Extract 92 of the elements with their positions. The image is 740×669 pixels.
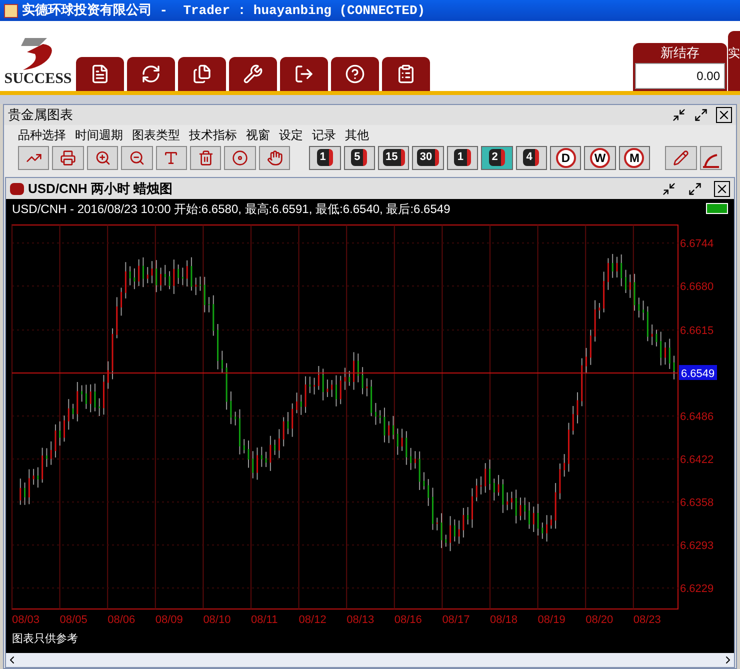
axis-label: 6.6229 — [680, 583, 714, 595]
hand-icon — [266, 150, 283, 166]
axis-label: 08/17 — [442, 614, 470, 626]
axis-label: 08/10 — [203, 614, 231, 626]
zoom-out-icon — [128, 150, 145, 166]
maximize-icon[interactable] — [688, 182, 702, 196]
current-price: 6.6549 — [679, 365, 717, 380]
timeframe-button[interactable]: 15 — [378, 146, 410, 170]
maximize-icon[interactable] — [694, 108, 708, 122]
papers-icon — [192, 64, 212, 84]
timeframe-button[interactable]: 2 — [481, 146, 513, 170]
toolbar-tab[interactable] — [127, 57, 175, 91]
axis-label: 08/23 — [633, 614, 661, 626]
axis-label: 08/13 — [346, 614, 374, 626]
balance-value: 0.00 — [635, 63, 725, 89]
tool-button[interactable] — [18, 146, 50, 170]
chart-logo-icon — [10, 182, 24, 194]
logo-text: SUCCESS — [4, 72, 72, 87]
axis-label: 08/11 — [251, 614, 278, 626]
timeframe-button[interactable]: 1 — [446, 146, 478, 170]
minimize-icon[interactable] — [662, 182, 676, 196]
axis-label: 08/06 — [108, 614, 136, 626]
menu-item[interactable]: 视窗 — [246, 126, 270, 144]
timeframe-button[interactable]: 30 — [412, 146, 444, 170]
toolbar-tab[interactable] — [76, 57, 124, 91]
axis-label: 6.6744 — [680, 238, 714, 250]
disc-icon — [232, 150, 248, 166]
menu-item[interactable]: 图表类型 — [132, 126, 180, 144]
document-icon — [90, 64, 110, 84]
scrollbar[interactable] — [6, 653, 734, 667]
timeframe-button[interactable]: 1 — [309, 146, 341, 170]
tool-button[interactable] — [86, 146, 118, 170]
text-icon — [163, 150, 180, 166]
tool-button[interactable] — [700, 146, 722, 170]
axis-label: 6.6615 — [680, 325, 714, 337]
app-icon — [4, 4, 18, 18]
menu-item[interactable]: 记录 — [312, 126, 336, 144]
balance-label: 新结存 — [660, 44, 700, 62]
tool-button[interactable] — [156, 146, 188, 170]
tool-button[interactable] — [665, 146, 697, 170]
axis-label: 6.6293 — [680, 540, 714, 552]
axis-label: 08/03 — [12, 614, 40, 626]
window-title: 实德环球投资有限公司 - Trader : huayanbing (CONNECTED) — [22, 2, 426, 20]
trash-icon — [198, 150, 214, 166]
axis-label: 08/20 — [586, 614, 614, 626]
disclaimer-text: 图表只供参考 — [12, 633, 78, 645]
axis-label: 08/19 — [538, 614, 566, 626]
chart-title: USD/CNH 两小时 蜡烛图 — [28, 180, 172, 198]
tool-button[interactable] — [121, 146, 153, 170]
refresh-icon — [141, 64, 161, 84]
axis-label: 08/12 — [298, 614, 326, 626]
axis-label: 6.6680 — [680, 281, 714, 293]
toolbar-tab[interactable] — [331, 57, 379, 91]
axis-label: 08/16 — [394, 614, 422, 626]
axis-label: 6.6486 — [680, 411, 714, 423]
printer-icon — [60, 150, 76, 166]
tool-button[interactable] — [258, 146, 290, 170]
axis-label: 08/18 — [490, 614, 518, 626]
menu-item[interactable]: 品种选择 — [18, 126, 66, 144]
close-icon[interactable] — [714, 180, 730, 196]
balance-label: 实 — [728, 45, 740, 62]
exit-icon — [294, 64, 314, 84]
axis-label: 08/05 — [60, 614, 88, 626]
axis-label: 08/09 — [155, 614, 183, 626]
minimize-icon[interactable] — [672, 108, 686, 122]
tool-button[interactable] — [224, 146, 256, 170]
zoom-in-icon — [94, 150, 111, 166]
clipboard-icon — [396, 64, 416, 84]
timeframe-button[interactable]: W — [584, 146, 616, 170]
menu-item[interactable]: 其他 — [345, 126, 369, 144]
close-icon[interactable] — [716, 107, 732, 123]
axis-label: 6.6358 — [680, 497, 714, 509]
tools-icon — [243, 64, 263, 84]
timeframe-button[interactable]: M — [618, 146, 650, 170]
panel-title: 贵金属图表 — [8, 106, 73, 124]
tool-button[interactable] — [52, 146, 84, 170]
axis-label: 6.6422 — [680, 454, 714, 466]
tool-button[interactable] — [190, 146, 222, 170]
menu-item[interactable]: 技术指标 — [189, 126, 237, 144]
toolbar-tab[interactable] — [280, 57, 328, 91]
toolbar-tab[interactable] — [229, 57, 277, 91]
menu-item[interactable]: 时间週期 — [75, 126, 123, 144]
timeframe-button[interactable]: 4 — [516, 146, 547, 170]
timeframe-button[interactable]: D — [550, 146, 582, 170]
status-indicator — [706, 203, 728, 214]
help-icon — [345, 64, 365, 84]
toolbar-tab[interactable] — [382, 57, 430, 91]
quote-info: USD/CNH - 2016/08/23 10:00 开始:6.6580, 最高:6.6591, 最低:6.6540, 最后:6.6549 — [12, 200, 450, 218]
menu-item[interactable]: 设定 — [279, 126, 303, 144]
pencil-icon — [673, 150, 690, 166]
timeframe-button[interactable]: 5 — [344, 146, 375, 170]
toolbar-tab[interactable] — [178, 57, 226, 91]
